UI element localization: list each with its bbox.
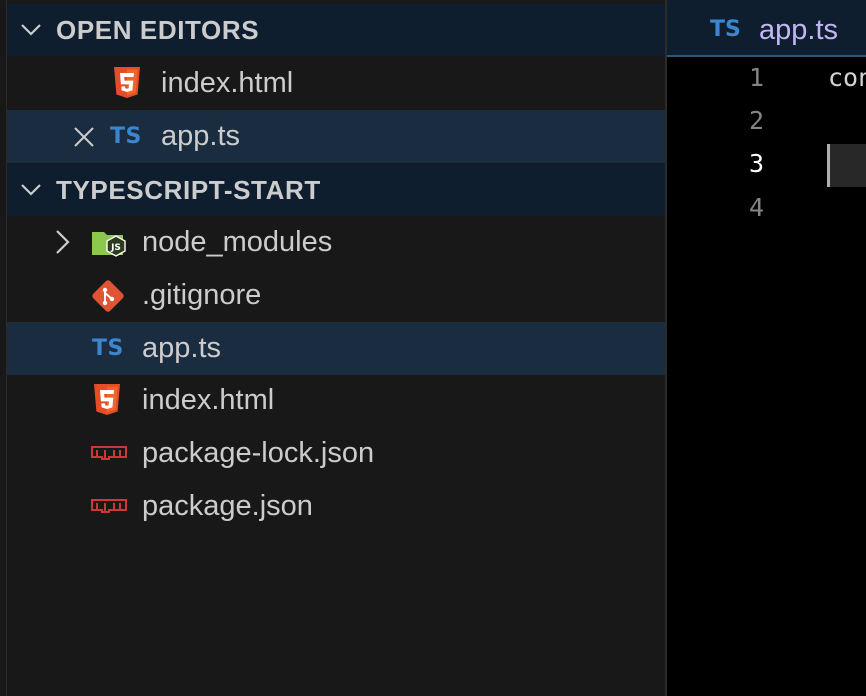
open-editors-header[interactable]: OPEN EDITORS (7, 4, 665, 56)
activity-bar-edge (0, 0, 7, 696)
tree-item-index-html[interactable]: index.html (7, 374, 665, 427)
line-number-active: 3 (748, 149, 764, 178)
current-line-highlight (827, 144, 866, 187)
open-editor-label: app.ts (161, 120, 240, 152)
tree-item-node-modules[interactable]: JS node_modules (7, 216, 665, 269)
tree-item-label: package-lock.json (142, 437, 375, 469)
open-editor-label: index.html (161, 67, 294, 99)
tree-item-label: .gitignore (142, 279, 262, 311)
editor-tab-label: app.ts (759, 14, 838, 46)
html5-icon (114, 67, 140, 98)
tree-item-label: node_modules (142, 226, 333, 258)
typescript-icon: TS (110, 124, 142, 149)
tree-item-label: app.ts (142, 332, 221, 364)
svg-text:JS: JS (110, 243, 121, 253)
npm-icon (91, 499, 127, 513)
chevron-right-icon (56, 230, 70, 254)
chevron-down-icon (21, 184, 41, 196)
chevron-down-icon (21, 24, 41, 36)
editor-tab-bar: TS app.ts (667, 0, 866, 57)
tree-item-label: index.html (142, 384, 275, 416)
tree-item-label: package.json (142, 490, 313, 522)
open-editors-title: OPEN EDITORS (56, 15, 260, 45)
typescript-icon: TS (710, 17, 741, 42)
tree-item-package-json[interactable]: package.json (7, 480, 665, 533)
open-editor-item-index-html[interactable]: index.html (7, 57, 665, 110)
code-line-1[interactable]: con (828, 56, 866, 100)
tree-item-app-ts[interactable]: TS app.ts (7, 322, 665, 375)
git-icon (92, 280, 124, 312)
typescript-icon: TS (92, 336, 124, 361)
line-number: 2 (748, 106, 764, 135)
close-icon[interactable] (73, 126, 95, 148)
tree-item-package-lock-json[interactable]: package-lock.json (7, 427, 665, 480)
tree-item-gitignore[interactable]: .gitignore (7, 269, 665, 322)
text-cursor (827, 144, 830, 187)
open-editor-item-app-ts[interactable]: TS app.ts (7, 110, 665, 163)
html5-icon (94, 384, 120, 415)
project-folder-title: TYPESCRIPT-START (56, 175, 321, 205)
explorer-sidebar: OPEN EDITORS index.html TS app.ts TYPESC… (7, 0, 665, 696)
project-folder-header[interactable]: TYPESCRIPT-START (7, 164, 665, 216)
nodejs-folder-icon: JS (92, 232, 126, 257)
line-number: 1 (748, 63, 764, 92)
editor-pane[interactable]: TS app.ts 1 2 3 4 con (665, 0, 866, 696)
npm-icon (91, 446, 127, 460)
line-number: 4 (748, 193, 764, 222)
vscode-window: OPEN EDITORS index.html TS app.ts TYPESC… (0, 0, 866, 696)
